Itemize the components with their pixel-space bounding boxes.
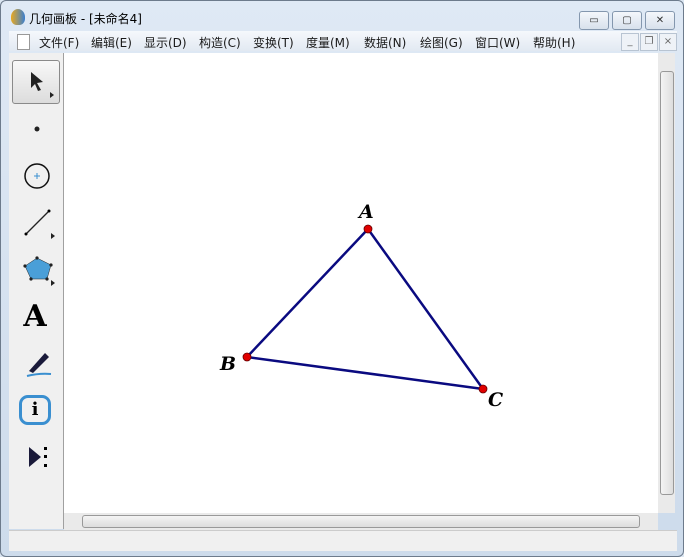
label-b[interactable]: B	[219, 353, 236, 375]
close-button[interactable]: ✕	[645, 11, 675, 30]
information-tool[interactable]: i	[12, 389, 58, 431]
menu-data[interactable]: 数据(N)	[364, 34, 406, 51]
menu-graph[interactable]: 绘图(G)	[420, 34, 463, 51]
custom-tools[interactable]	[12, 436, 58, 478]
menu-display[interactable]: 显示(D)	[144, 34, 187, 51]
label-c[interactable]: C	[488, 389, 503, 411]
app-icon	[11, 9, 25, 25]
menu-file[interactable]: 文件(F)	[39, 34, 79, 51]
menu-edit[interactable]: 编辑(E)	[91, 34, 132, 51]
document-icon[interactable]	[17, 34, 30, 50]
minimize-button[interactable]: ▭	[579, 11, 609, 30]
marker-icon	[26, 353, 52, 377]
menu-transform[interactable]: 变换(T)	[253, 34, 294, 51]
polygon-icon	[23, 256, 55, 286]
text-tool[interactable]: A	[12, 295, 58, 337]
menu-measure[interactable]: 度量(M)	[306, 34, 350, 51]
segment-icon	[24, 209, 55, 239]
horizontal-scrollbar[interactable]	[64, 513, 658, 530]
point-tool[interactable]	[12, 107, 58, 149]
toolbox: A i	[9, 53, 64, 529]
point-c[interactable]	[478, 384, 488, 394]
doc-minimize-button[interactable]: _	[621, 33, 639, 51]
menu-help[interactable]: 帮助(H)	[533, 34, 575, 51]
segment-bc[interactable]	[246, 355, 484, 391]
doc-restore-button[interactable]: ❐	[640, 33, 658, 51]
point-icon	[34, 126, 40, 132]
window-title: 几何画板 - [未命名4]	[29, 12, 142, 26]
custom-tool-icon	[29, 447, 47, 467]
label-a[interactable]: A	[357, 201, 374, 223]
compass-tool[interactable]	[12, 154, 58, 196]
app-window: 几何画板 - [未命名4] ▭ ▢ ✕ 文件(F) 编辑(E) 显示(D) 构造…	[0, 0, 684, 557]
polygon-tool[interactable]	[12, 248, 58, 290]
menu-construct[interactable]: 构造(C)	[199, 34, 241, 51]
point-a[interactable]	[363, 224, 373, 234]
vertical-scrollbar[interactable]	[658, 53, 675, 513]
maximize-button[interactable]: ▢	[612, 11, 642, 30]
status-bar	[9, 530, 677, 551]
point-b[interactable]	[242, 352, 252, 362]
straightedge-tool[interactable]	[12, 201, 58, 243]
segment-ca[interactable]	[366, 228, 485, 390]
circle-icon	[24, 163, 50, 189]
info-icon: i	[19, 395, 51, 425]
vertical-scroll-thumb[interactable]	[660, 71, 674, 495]
horizontal-scroll-thumb[interactable]	[82, 515, 640, 528]
menu-window[interactable]: 窗口(W)	[475, 34, 520, 51]
segment-ab[interactable]	[246, 228, 369, 358]
arrow-tool[interactable]	[12, 60, 60, 104]
sketch-canvas[interactable]: A B C	[64, 53, 658, 513]
arrow-icon	[31, 72, 54, 98]
marker-tool[interactable]	[12, 342, 58, 384]
doc-close-button[interactable]: ×	[659, 33, 677, 51]
menu-bar: 文件(F) 编辑(E) 显示(D) 构造(C) 变换(T) 度量(M) 数据(N…	[9, 31, 677, 51]
